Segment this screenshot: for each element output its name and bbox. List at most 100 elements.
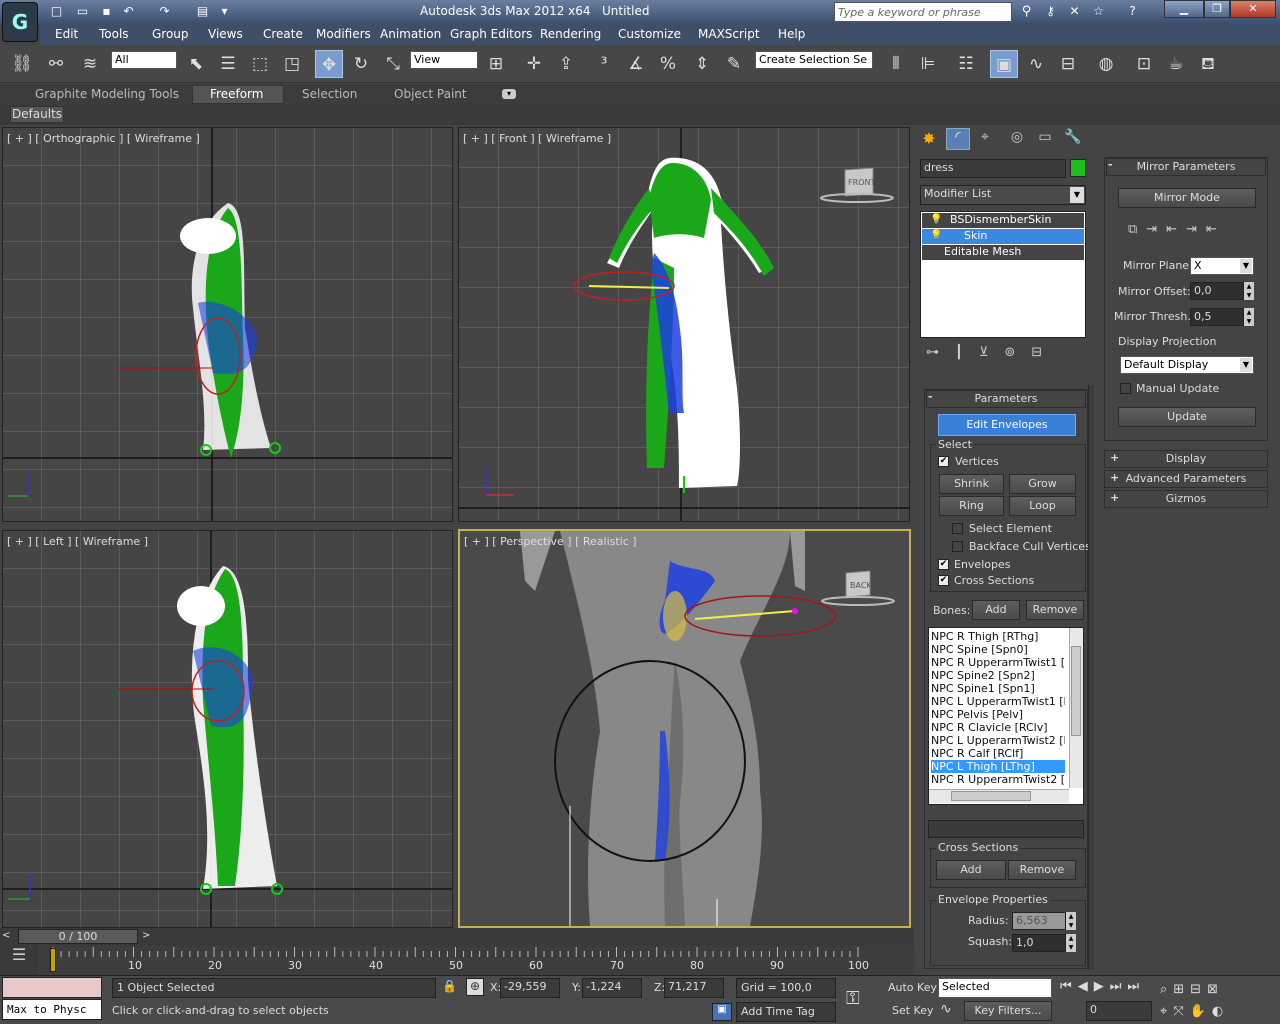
tab-graphite-modeling-tools[interactable]: Graphite Modeling Tools <box>35 87 179 101</box>
command-panel-scrollbar[interactable] <box>1088 385 1094 970</box>
ribbon-options-icon[interactable]: ▾ <box>502 89 516 99</box>
viewport-navigation-controls[interactable]: ⌕⊞⊟⊠ ⌖⤧✋◐ <box>1160 979 1280 1023</box>
menu-views[interactable]: Views <box>208 27 243 41</box>
select-element-checkbox[interactable] <box>952 523 963 534</box>
vertices-checkbox[interactable]: ✔ <box>938 456 949 467</box>
bone-item[interactable]: NPC R Clavicle [RClv] <box>931 721 1065 734</box>
viewcube-back-label[interactable]: BACK <box>850 581 872 590</box>
select-object-icon[interactable]: ⬉ <box>182 50 210 78</box>
radius-field[interactable]: 6,563 <box>1012 912 1066 930</box>
gizmos-rollout[interactable]: Gizmos <box>1104 490 1268 508</box>
menu-customize[interactable]: Customize <box>618 27 681 41</box>
mirror-offset-spinner[interactable]: ▲ ▼ <box>1244 282 1254 300</box>
viewport-label[interactable]: [ + ] [ Orthographic ] [ Wireframe ] <box>7 132 200 145</box>
tab-freeform[interactable]: Freeform <box>210 87 263 101</box>
mirror-thresh-spinner[interactable]: ▲ ▼ <box>1244 308 1254 326</box>
y-field[interactable]: -1,224 <box>582 978 642 998</box>
mirror-offset-field[interactable]: 0,0 <box>1190 282 1244 300</box>
viewport-left[interactable]: [ + ] [ Left ] [ Wireframe ] <box>2 530 453 928</box>
bone-item[interactable]: NPC Spine1 [Spn1] <box>931 682 1065 695</box>
key-mode-dropdown[interactable]: Selected <box>938 978 1052 998</box>
next-frame-icon[interactable]: > <box>142 930 156 944</box>
display-projection-dropdown[interactable]: Default Display <box>1120 356 1254 374</box>
viewport-label[interactable]: [ + ] [ Left ] [ Wireframe ] <box>7 535 148 548</box>
backface-checkbox[interactable] <box>952 541 963 552</box>
shrink-button[interactable]: Shrink <box>939 474 1004 494</box>
auto-key-button[interactable]: Auto Key <box>888 981 937 994</box>
scale-icon[interactable]: ⤡ <box>379 50 407 78</box>
bone-item[interactable]: NPC Spine [Spn0] <box>931 643 1065 656</box>
cs-add-button[interactable]: Add <box>936 860 1006 880</box>
window-crossing-icon[interactable]: ◳ <box>278 50 306 78</box>
menu-maxscript[interactable]: MAXScript <box>698 27 760 41</box>
expand-icon[interactable]: + <box>1110 471 1119 484</box>
defaults-panel[interactable]: Defaults <box>10 106 64 123</box>
set-key-icon[interactable]: ⚿ <box>846 988 876 1009</box>
collapse-icon[interactable]: - <box>1108 158 1113 171</box>
quick-access-dropdown-icon[interactable]: ▾ <box>216 3 233 20</box>
time-tag-icon[interactable]: ▣ <box>712 1003 732 1021</box>
communication-icon[interactable]: ✕ <box>1066 3 1083 20</box>
mirror-thresh-field[interactable]: 0,5 <box>1190 308 1244 326</box>
cross-sections-checkbox[interactable]: ✔ <box>938 575 949 586</box>
bone-item[interactable]: NPC Pelvis [Pelv] <box>931 708 1065 721</box>
close-button[interactable]: ✕ <box>1230 0 1276 18</box>
edit-envelopes-button[interactable]: Edit Envelopes <box>938 414 1076 436</box>
mirror-header[interactable]: Mirror Parameters <box>1106 158 1266 176</box>
layer-manager-icon[interactable]: ☷ <box>952 50 980 78</box>
edit-named-selection-icon[interactable]: ✎ <box>720 50 748 78</box>
rendered-frame-icon[interactable]: ☕ <box>1162 50 1190 78</box>
create-tab-icon[interactable]: ✸ <box>918 129 940 151</box>
cross-section-field[interactable] <box>928 820 1084 838</box>
curve-editor-icon[interactable]: ∿ <box>1022 50 1050 78</box>
selection-filter-dropdown[interactable]: All <box>111 51 177 69</box>
new-file-icon[interactable]: □ <box>48 3 65 20</box>
align-icon[interactable]: ⊫ <box>914 50 942 78</box>
maxscript-listener-input[interactable]: Max to Physc <box>2 999 102 1020</box>
save-icon[interactable]: ▪ <box>98 3 115 20</box>
lightbulb-icon[interactable]: 💡 <box>930 230 942 241</box>
z-field[interactable]: 71,217 <box>664 978 724 998</box>
material-editor-icon[interactable]: ◍ <box>1092 50 1120 78</box>
bone-item[interactable]: NPC L UpperarmTwist1 [LUt <box>931 695 1065 708</box>
bone-item[interactable]: NPC L Thigh [LThg] <box>931 760 1065 773</box>
bone-item[interactable]: NPC R Thigh [RThg] <box>931 630 1065 643</box>
grow-button[interactable]: Grow <box>1009 474 1076 494</box>
viewport-perspective[interactable]: BACK [ + ] [ Perspective ] [ Realistic ] <box>458 529 911 928</box>
binoculars-icon[interactable]: ⚲ <box>1018 3 1035 20</box>
motion-tab-icon[interactable]: ◎ <box>1006 129 1028 151</box>
absolute-mode-icon[interactable]: ⊕ <box>466 978 484 996</box>
set-key-button[interactable]: Set Key <box>892 1004 934 1017</box>
collapse-icon[interactable]: - <box>928 390 933 403</box>
utilities-tab-icon[interactable]: 🔧 <box>1062 129 1084 151</box>
help-icon[interactable]: ? <box>1124 3 1141 20</box>
hierarchy-tab-icon[interactable]: ⌖ <box>974 129 996 151</box>
keyboard-shortcut-override-icon[interactable]: ⇪ <box>552 50 580 78</box>
render-setup-icon[interactable]: ⊡ <box>1130 50 1158 78</box>
manual-update-checkbox[interactable] <box>1120 383 1131 394</box>
snaps-toggle-icon[interactable]: ³ <box>590 50 618 78</box>
bone-item[interactable]: NPC R UpperarmTwist1 [RU <box>931 656 1065 669</box>
radius-spinner[interactable]: ▲ ▼ <box>1066 912 1076 930</box>
chevron-down-icon[interactable]: ▼ <box>1240 358 1252 372</box>
menu-help[interactable]: Help <box>778 27 805 41</box>
object-color-swatch[interactable] <box>1070 159 1086 177</box>
select-manipulate-icon[interactable]: ✛ <box>520 50 548 78</box>
key-tangent-icon[interactable]: ∿ <box>940 1001 960 1021</box>
rotate-icon[interactable]: ↻ <box>347 50 375 78</box>
lightbulb-icon[interactable]: 💡 <box>930 214 942 225</box>
add-bone-button[interactable]: Add <box>972 600 1020 620</box>
chevron-down-icon[interactable]: ▼ <box>1240 259 1252 273</box>
open-file-icon[interactable]: ▭ <box>74 3 91 20</box>
modify-tab-icon[interactable]: ◜ <box>946 128 970 150</box>
mirror-icon[interactable]: ⫴ <box>882 50 910 78</box>
select-by-name-icon[interactable]: ☰ <box>214 50 242 78</box>
object-name-input[interactable]: dress <box>920 159 1066 178</box>
display-tab-icon[interactable]: ▭ <box>1034 129 1056 151</box>
lock-icon[interactable]: 🔒 <box>442 979 457 995</box>
search-input[interactable]: Type a keyword or phrase <box>834 2 1012 22</box>
remove-bone-button[interactable]: Remove <box>1026 600 1084 620</box>
subscription-icon[interactable]: ⚷ <box>1042 3 1059 20</box>
spinner-snap-icon[interactable]: ⇕ <box>688 50 716 78</box>
menu-tools[interactable]: Tools <box>99 27 129 41</box>
